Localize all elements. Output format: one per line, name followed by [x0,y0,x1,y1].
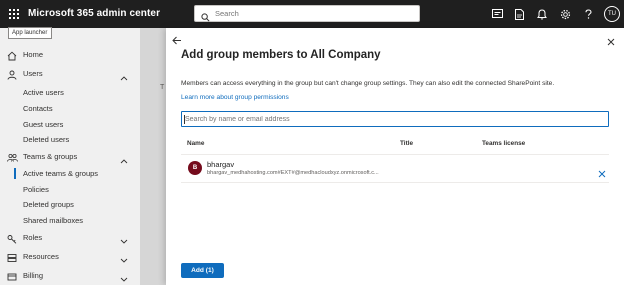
column-header-name[interactable]: Name [187,140,204,147]
sidebar-item-label: Active teams & groups [23,169,99,178]
row-divider [181,182,609,183]
sidebar-item-label: Shared mailboxes [23,216,84,225]
member-search-box[interactable] [181,111,609,127]
chevron-down-icon [120,272,128,285]
sidebar-item-shared-mailboxes[interactable]: Shared mailboxes [0,212,140,229]
sidebar-item-home[interactable]: Home [0,46,140,63]
add-members-button[interactable]: Add (1) [181,263,224,278]
home-icon [7,50,17,61]
background-tab-fragment: T [160,84,165,91]
sidebar-item-roles[interactable]: Roles [0,229,140,246]
waffle-icon[interactable] [0,0,28,28]
gear-icon[interactable] [558,7,572,21]
remove-member-icon[interactable] [598,165,606,183]
global-search[interactable] [194,5,420,22]
user-icon [7,69,17,80]
panel-title: Add group members to All Company [181,49,381,61]
top-bar: Microsoft 365 admin center TU [0,0,624,28]
sidebar-item-label: Deleted groups [23,200,74,209]
member-email: bhargav_medhahosting.com#EXT#@medhacloud… [207,170,379,176]
sidebar-item-label: Active users [23,88,64,97]
sidebar-item-label: Teams & groups [23,152,78,161]
help-icon[interactable] [581,7,595,21]
app-title[interactable]: Microsoft 365 admin center [28,0,160,28]
sidebar-item-users[interactable]: Users [0,65,140,82]
sidebar-item-label: Resources [23,252,59,261]
column-header-title[interactable]: Title [400,140,413,147]
document-icon[interactable] [512,7,526,21]
member-avatar: B [188,161,202,175]
member-name: bhargav [207,160,235,169]
app-launcher-tooltip: App launcher [8,27,52,39]
back-arrow-icon[interactable] [172,32,182,50]
member-search-input[interactable] [185,112,605,126]
sidebar-item-contacts[interactable]: Contacts [0,100,140,117]
sidebar-item-teams-groups[interactable]: Teams & groups [0,148,140,165]
column-header-teams-license[interactable]: Teams license [482,140,525,147]
search-input[interactable] [215,6,405,21]
panel-description: Members can access everything in the gro… [181,80,555,87]
sidebar-item-deleted-groups[interactable]: Deleted groups [0,196,140,213]
sidebar-item-deleted-users[interactable]: Deleted users [0,131,140,148]
sidebar-item-resources[interactable]: Resources [0,248,140,265]
account-avatar[interactable]: TU [604,6,620,22]
close-icon[interactable] [607,33,615,51]
sidebar-item-label: Contacts [23,104,53,113]
table-row[interactable]: B bhargav bhargav_medhahosting.com#EXT#@… [181,155,609,182]
key-icon [7,233,17,244]
sidebar-item-active-users[interactable]: Active users [0,84,140,101]
resources-icon [7,252,17,262]
sidebar-item-label: Users [23,69,43,78]
members-table-header: Name Title Teams license [181,140,609,152]
billing-icon [7,271,17,281]
sidebar: Home Users Active users Contacts Guest u… [0,28,140,285]
people-icon [7,152,18,162]
bell-icon[interactable] [535,7,549,21]
search-icon [201,9,210,27]
sidebar-item-label: Deleted users [23,135,70,144]
group-permissions-link[interactable]: Learn more about group permissions [181,94,289,101]
sidebar-item-label: Roles [23,233,43,242]
sidebar-item-label: Billing [23,271,44,280]
sidebar-item-active-teams-groups[interactable]: Active teams & groups [0,165,140,182]
add-members-panel: Add group members to All Company Members… [166,28,624,285]
display-icon[interactable] [490,7,504,21]
background-page-overlay[interactable]: T [140,28,166,285]
sidebar-item-label: Home [23,50,44,59]
sidebar-item-billing[interactable]: Billing [0,267,140,284]
